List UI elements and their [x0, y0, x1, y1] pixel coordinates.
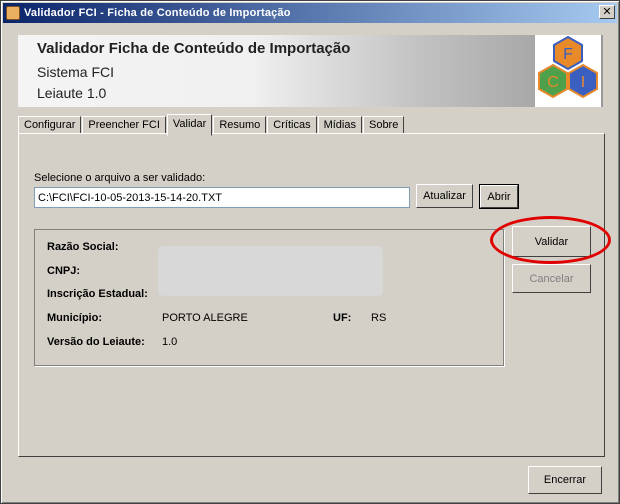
redacted-area	[158, 246, 383, 296]
header-version: Leiaute 1.0	[37, 85, 107, 101]
inscricao-estadual-label: Inscrição Estadual:	[47, 288, 148, 300]
fci-logo: F C I	[535, 35, 601, 107]
municipio-value: PORTO ALEGRE	[162, 312, 248, 324]
app-icon	[6, 6, 20, 20]
cancel-button: Cancelar	[512, 264, 591, 293]
tab-strip: Configurar Preencher FCI Validar Resumo …	[18, 114, 405, 136]
main-window: Validador FCI - Ficha de Conteúdo de Imp…	[0, 0, 620, 504]
versao-leiaute-label: Versão do Leiaute:	[47, 336, 145, 348]
logo-letter-i: I	[581, 74, 585, 91]
cnpj-label: CNPJ:	[47, 265, 81, 277]
header-subtitle: Sistema FCI	[37, 64, 115, 80]
title-bar[interactable]: Validador FCI - Ficha de Conteúdo de Imp…	[3, 3, 617, 23]
uf-label: UF:	[333, 312, 352, 324]
close-window-button[interactable]: ✕	[599, 5, 615, 19]
razao-social-label: Razão Social:	[47, 241, 119, 253]
validate-highlight-ring	[490, 216, 611, 264]
header-banner: Validador Ficha de Conteúdo de Importaçã…	[18, 35, 603, 107]
file-path-input[interactable]	[34, 187, 410, 208]
header-title: Validador Ficha de Conteúdo de Importaçã…	[37, 40, 351, 57]
window-title: Validador FCI - Ficha de Conteúdo de Imp…	[24, 7, 291, 19]
open-file-button[interactable]: Abrir	[479, 184, 519, 209]
logo-letter-c: C	[547, 74, 559, 91]
refresh-button[interactable]: Atualizar	[416, 184, 473, 208]
uf-value: RS	[371, 312, 387, 324]
file-label: Selecione o arquivo a ser validado:	[34, 172, 206, 184]
tab-validar[interactable]: Validar	[166, 114, 213, 136]
file-info-group: Razão Social: CNPJ: Inscrição Estadual: …	[34, 229, 504, 366]
versao-leiaute-value: 1.0	[162, 336, 178, 348]
logo-letter-f: F	[563, 46, 573, 63]
municipio-label: Município:	[47, 312, 102, 324]
close-app-button[interactable]: Encerrar	[528, 466, 602, 494]
validar-panel: Selecione o arquivo a ser validado: Atua…	[18, 133, 605, 457]
